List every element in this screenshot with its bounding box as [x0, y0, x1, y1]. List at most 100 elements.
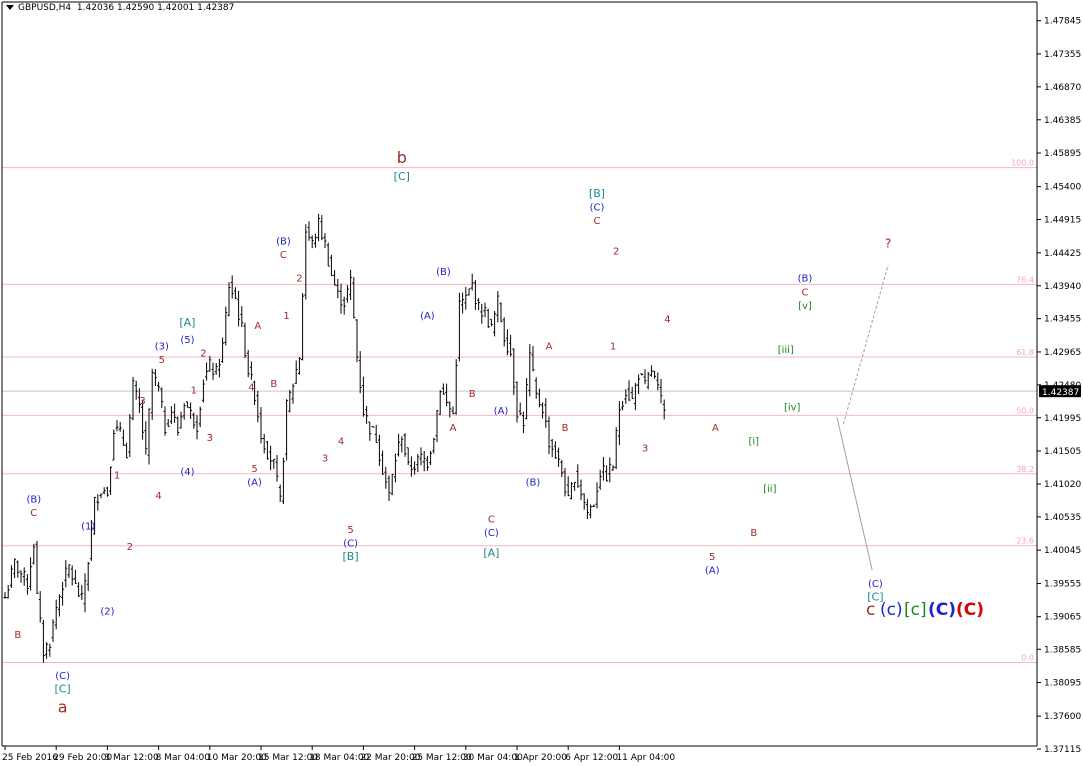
- price-bar: [70, 565, 74, 586]
- wave-label: (B): [798, 274, 813, 285]
- wave-label: 1: [610, 342, 616, 353]
- price-bar: [640, 373, 644, 376]
- price-bar: [259, 407, 263, 444]
- wave-label: [B]: [343, 550, 359, 563]
- wave-label: (2): [100, 606, 114, 617]
- price-bar: [400, 436, 404, 453]
- price-bar: [406, 447, 410, 466]
- price-bar: [48, 643, 52, 657]
- fib-label-0: 100.0: [1011, 159, 1034, 168]
- y-tick-label: 1.44425: [1044, 249, 1081, 259]
- wave-label: 1: [114, 471, 120, 482]
- price-bar: [429, 450, 433, 466]
- wave-label: [B]: [589, 187, 605, 200]
- current-price-label: 1.42387: [1042, 388, 1079, 398]
- price-bar: [345, 285, 349, 303]
- wave-label: a: [58, 698, 68, 717]
- wave-label: (B): [26, 494, 41, 505]
- wave-label: [C]: [394, 170, 410, 183]
- wave-label: B: [469, 389, 476, 400]
- wave-label: B: [270, 379, 277, 390]
- y-tick-label: 1.39555: [1044, 579, 1081, 589]
- price-bar: [29, 557, 33, 591]
- price-bar: [265, 440, 269, 460]
- price-bar: [105, 486, 109, 497]
- price-bar: [41, 619, 45, 663]
- price-bar: [617, 401, 621, 446]
- price-bar: [432, 437, 436, 454]
- price-bar: [83, 573, 87, 613]
- price-bar: [249, 361, 253, 380]
- price-bar: [294, 360, 298, 385]
- y-tick-label: 1.41505: [1044, 447, 1081, 457]
- price-bar: [64, 560, 68, 588]
- wave-label: 1: [191, 386, 197, 397]
- degree-label-2: [c]: [904, 600, 927, 620]
- price-chart[interactable]: 100.076.461.850.038.223.60.0 BC(B)(C)[C]…: [0, 0, 1083, 767]
- fib-label-2: 61.8: [1016, 348, 1034, 357]
- y-tick-label: 1.46385: [1044, 116, 1081, 126]
- price-bar: [269, 445, 273, 471]
- price-bar: [518, 402, 522, 416]
- fib-label-4: 38.2: [1016, 465, 1034, 474]
- price-bar: [54, 599, 58, 630]
- price-bar: [387, 475, 391, 502]
- price-bar: [32, 543, 36, 565]
- degree-label-1: (c): [880, 600, 903, 620]
- price-bar: [73, 569, 77, 585]
- wave-label: C: [802, 287, 809, 298]
- wave-label: (C): [590, 202, 605, 213]
- degree-label-4: (C): [956, 600, 984, 620]
- price-bar: [176, 416, 180, 436]
- price-bar: [128, 414, 132, 458]
- y-tick-label: 1.39065: [1044, 613, 1081, 623]
- wave-label: (B): [526, 477, 541, 488]
- x-tick-label: 3 Mar 12:00: [104, 753, 159, 763]
- price-bar: [153, 369, 157, 386]
- price-bar: [173, 403, 177, 423]
- wave-label: 1: [283, 311, 289, 322]
- price-bar: [589, 504, 593, 519]
- wave-label: 4: [338, 437, 344, 448]
- price-bar: [189, 402, 193, 419]
- x-tick-label: 6 Apr 12:00: [565, 753, 618, 763]
- wave-label: 5: [347, 525, 353, 536]
- price-bar: [77, 582, 81, 597]
- price-bar: [528, 344, 532, 397]
- price-bar: [557, 447, 561, 467]
- wave-label: 2: [127, 542, 133, 553]
- price-bar: [477, 298, 481, 311]
- price-bar: [467, 288, 471, 296]
- price-bar: [121, 429, 125, 446]
- price-bar: [323, 233, 327, 249]
- price-bar: [547, 416, 551, 455]
- price-bar: [441, 383, 445, 395]
- y-tick-label: 1.42965: [1044, 348, 1081, 358]
- wave-label: [C]: [54, 682, 70, 695]
- wave-label: (B): [276, 236, 291, 247]
- price-bar: [333, 270, 337, 286]
- x-tick-label: 1 Apr 20:00: [514, 753, 567, 763]
- price-bar: [509, 334, 513, 357]
- price-bar: [470, 273, 474, 291]
- fib-label-3: 50.0: [1016, 406, 1034, 415]
- y-tick-label: 1.38585: [1044, 645, 1081, 655]
- y-tick-label: 1.47355: [1044, 50, 1081, 60]
- y-tick-label: 1.40535: [1044, 513, 1081, 523]
- price-bar: [592, 504, 596, 507]
- price-bar: [499, 302, 503, 323]
- price-bar: [211, 362, 215, 380]
- wave-label: 5: [159, 355, 165, 366]
- price-bar: [208, 355, 212, 372]
- wave-label: 2: [296, 274, 302, 285]
- price-bar: [496, 291, 500, 323]
- wave-label: 3: [139, 396, 145, 407]
- price-bar: [512, 348, 516, 395]
- price-bar: [515, 381, 519, 423]
- price-bar: [214, 363, 218, 375]
- price-bar: [9, 565, 13, 588]
- price-bar: [585, 499, 589, 520]
- price-bar: [646, 371, 650, 390]
- wave-label: (B): [436, 267, 451, 278]
- y-tick-label: 1.41995: [1044, 414, 1081, 424]
